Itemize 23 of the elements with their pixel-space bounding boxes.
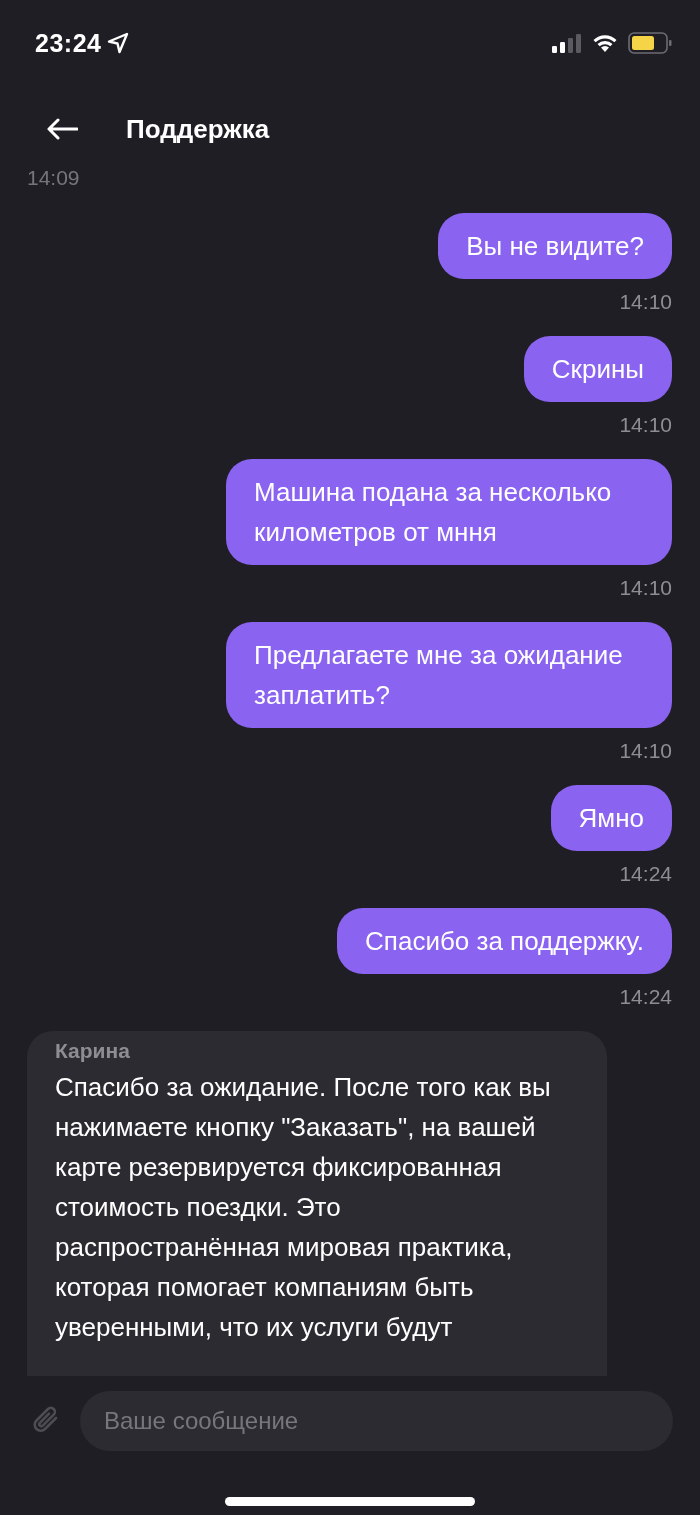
message-bubble: Машина подана за несколько километров от мння bbox=[226, 459, 672, 565]
message-bubble: Предлагаете мне за ожидание заплатить? bbox=[226, 622, 672, 728]
message-time: 14:10 bbox=[619, 290, 672, 314]
message-time: 14:10 bbox=[619, 576, 672, 600]
message-bubble: Вы не видите? bbox=[438, 213, 672, 279]
chat-title: Поддержка bbox=[126, 113, 270, 145]
battery-icon bbox=[628, 32, 672, 54]
date-timestamp: 14:09 bbox=[27, 166, 81, 190]
message-time: 14:24 bbox=[619, 985, 672, 1009]
clock-time: 23:24 bbox=[35, 28, 102, 58]
message-input[interactable]: Ваше сообщение bbox=[80, 1391, 673, 1451]
sender-name: Карина bbox=[55, 1039, 131, 1063]
message-bubble: Ямно bbox=[550, 785, 672, 851]
message-time: 14:24 bbox=[619, 862, 672, 886]
location-arrow-icon bbox=[107, 32, 130, 54]
signal-icon bbox=[552, 33, 582, 53]
back-arrow-icon bbox=[46, 118, 78, 140]
message-text: Спасибо за ожидание. После того как вы нажимаете кнопку "Заказать", на вашей карте резервируется фиксированная стоимость поездки. Это распространённая мировая практика, которая помогает компаниям быть уверенными, что их услуги будут bbox=[55, 1071, 552, 1344]
message-time: 14:10 bbox=[619, 739, 672, 763]
message-time: 14:10 bbox=[619, 413, 672, 437]
message-bubble: Спасибо за поддержку. bbox=[337, 908, 672, 974]
wifi-icon bbox=[591, 33, 619, 53]
message-bubble: Скрины bbox=[523, 336, 672, 402]
